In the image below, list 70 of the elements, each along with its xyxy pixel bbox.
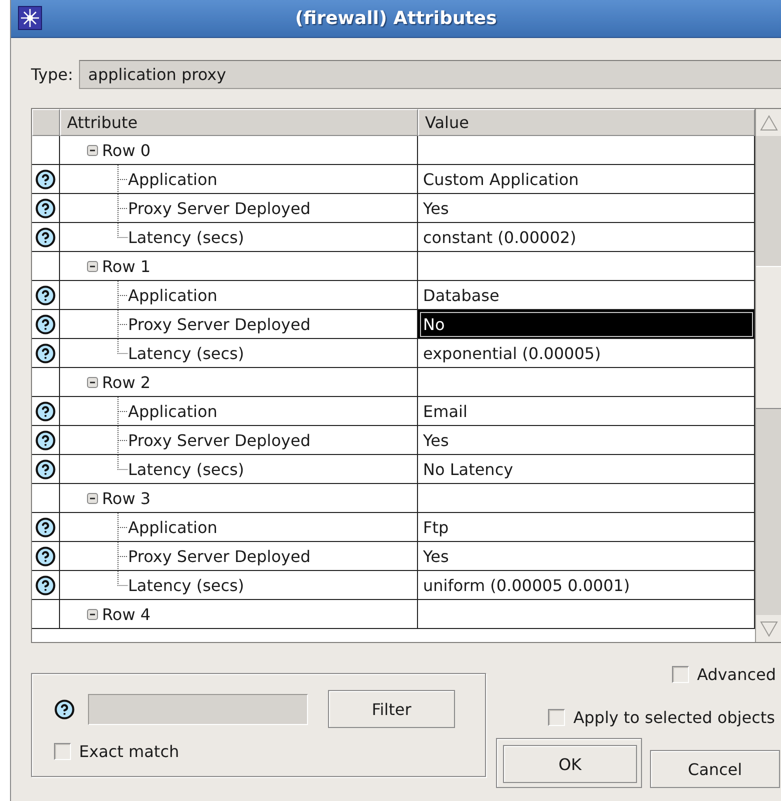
collapse-icon[interactable] (87, 144, 98, 156)
tree-node-label[interactable]: Row 0 (102, 140, 151, 160)
column-header[interactable]: Value (418, 109, 755, 136)
attribute-name: Proxy Server Deployed (128, 314, 310, 334)
tree-connector (117, 165, 128, 193)
tree-connector (117, 281, 128, 309)
tree-connector (117, 397, 128, 425)
value-cell[interactable]: No (418, 310, 755, 339)
help-icon[interactable] (35, 574, 56, 596)
collapse-icon[interactable] (87, 608, 98, 620)
attribute-name: Latency (secs) (128, 344, 244, 362)
attribute-name: Application (128, 286, 218, 304)
attribute-name: Proxy Server Deployed (128, 430, 310, 450)
type-field: application proxy (79, 60, 781, 89)
help-icon[interactable] (35, 284, 56, 306)
help-icon[interactable] (35, 314, 56, 334)
value-cell[interactable]: constant (0.00002) (418, 223, 755, 252)
attribute-name: Proxy Server Deployed (128, 198, 310, 218)
value-cell[interactable]: Yes (418, 542, 755, 571)
value-cell[interactable]: No Latency (418, 455, 755, 484)
value-cell[interactable]: Email (418, 397, 755, 426)
help-icon[interactable] (35, 516, 56, 538)
filter-field[interactable] (88, 694, 308, 724)
scrollbar[interactable] (755, 109, 781, 642)
help-icon[interactable] (35, 198, 56, 218)
attribute-name: Proxy Server Deployed (128, 546, 310, 566)
checkbox[interactable] (54, 743, 71, 760)
value-cell[interactable]: Custom Application (418, 165, 755, 194)
attribute-name: Application (128, 518, 218, 536)
attribute-name: Latency (secs) (128, 228, 244, 246)
advanced-checkbox[interactable]: Advanced (672, 665, 776, 684)
attribute-name: Application (128, 402, 218, 420)
checkbox-label: Advanced (696, 665, 776, 684)
value-cell[interactable]: Database (418, 281, 755, 310)
app-icon (18, 6, 42, 30)
dialog-button[interactable]: Cancel (650, 750, 780, 788)
help-icon[interactable] (35, 458, 56, 480)
help-icon[interactable] (35, 342, 56, 364)
attribute-name: Application (128, 170, 218, 188)
tree-node-label[interactable]: Row 4 (102, 604, 151, 624)
help-icon[interactable] (35, 546, 56, 566)
help-icon[interactable] (35, 430, 56, 450)
exact-match-checkbox[interactable]: Exact match (54, 742, 485, 761)
type-label: Type: (31, 65, 74, 84)
value-cell[interactable]: exponential (0.00005) (418, 339, 755, 368)
help-icon[interactable] (54, 698, 75, 720)
checkbox[interactable] (672, 666, 689, 683)
collapse-icon[interactable] (87, 492, 98, 504)
dialog-button[interactable]: OK (503, 745, 637, 783)
tree-node-label[interactable]: Row 2 (102, 372, 151, 392)
tree-node-label[interactable]: Row 3 (102, 488, 151, 508)
scroll-thumb[interactable] (756, 266, 781, 409)
help-icon[interactable] (35, 168, 56, 190)
attribute-name: Latency (secs) (128, 460, 244, 478)
help-icon[interactable] (35, 400, 56, 422)
checkbox-label: Exact match (79, 742, 180, 761)
tree-node-label[interactable]: Row 1 (102, 256, 151, 276)
column-header[interactable]: Attribute (60, 109, 418, 136)
value-cell[interactable]: Yes (418, 426, 755, 455)
value-cell[interactable]: uniform (0.00005 0.0001) (418, 571, 755, 600)
attribute-name: Latency (secs) (128, 576, 244, 594)
value-cell[interactable]: Yes (418, 194, 755, 223)
collapse-icon[interactable] (87, 376, 98, 388)
help-icon[interactable] (35, 226, 56, 248)
filter-button[interactable]: Filter (328, 690, 455, 728)
tree-connector (117, 513, 128, 541)
checkbox[interactable] (548, 709, 566, 726)
collapse-icon[interactable] (87, 260, 98, 272)
value-cell[interactable]: Ftp (418, 513, 755, 542)
window-title: (firewall) Attributes (295, 8, 497, 29)
